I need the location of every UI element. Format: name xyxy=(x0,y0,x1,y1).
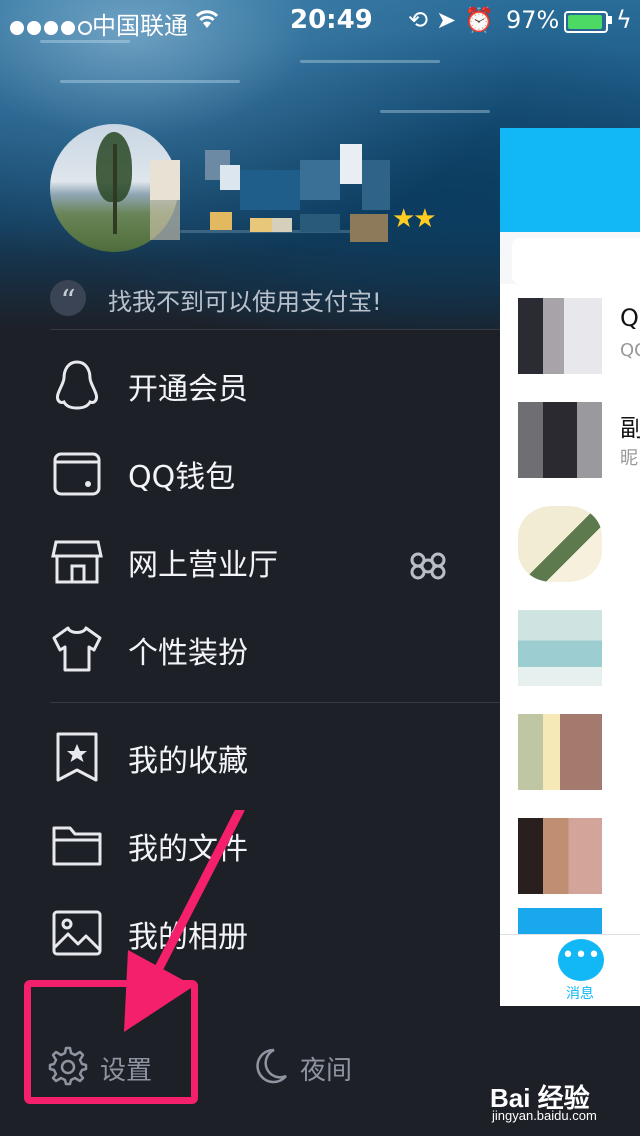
location-icon: ➤ xyxy=(436,6,465,34)
battery-icon xyxy=(564,11,608,33)
message-bubble-icon[interactable]: ••• xyxy=(558,939,604,981)
chat-title: 副 xyxy=(620,414,640,442)
menu-item-themes[interactable]: 个性装扮 xyxy=(0,608,500,688)
chat-row[interactable] xyxy=(500,596,640,701)
menu-label: 我的收藏 xyxy=(128,744,248,779)
chat-avatar xyxy=(518,402,602,478)
alarm-icon: ⏰ xyxy=(464,6,503,34)
status-bar: 中国联通 20:49 ⟲➤⏰ 97% ϟ xyxy=(0,0,640,40)
bookmark-star-icon xyxy=(56,732,98,782)
tab-bar: ••• 消息 xyxy=(500,934,640,1006)
carrier-label: 中国联通 xyxy=(92,12,188,40)
moon-icon xyxy=(256,1048,287,1084)
folder-icon xyxy=(52,826,102,866)
wallet-icon xyxy=(53,452,101,496)
signal-strength-icon xyxy=(10,13,95,41)
night-label: 夜间 xyxy=(300,1056,353,1086)
chat-row[interactable]: QQ QQ xyxy=(500,284,640,389)
chat-avatar xyxy=(518,714,602,790)
chat-title: QQ xyxy=(620,304,640,332)
clock: 20:49 xyxy=(290,5,373,35)
chat-row[interactable] xyxy=(500,700,640,805)
battery-percent: 97% xyxy=(506,6,560,34)
store-icon xyxy=(51,540,103,584)
menu-item-business-hall[interactable]: 网上营业厅 xyxy=(0,520,500,600)
panel-header xyxy=(500,128,640,232)
menu-item-wallet[interactable]: QQ钱包 xyxy=(0,432,500,512)
charging-icon: ϟ xyxy=(616,6,632,34)
search-bar[interactable] xyxy=(512,238,640,284)
chat-row[interactable]: 副 昵 xyxy=(500,388,640,493)
status-icons: ⟲➤⏰ xyxy=(408,6,502,34)
chat-avatar xyxy=(518,506,602,582)
menu-label: 网上营业厅 xyxy=(128,548,278,583)
menu-item-favorites[interactable]: 我的收藏 xyxy=(0,716,500,796)
chat-avatar xyxy=(518,908,602,934)
quote-icon: “ xyxy=(50,280,86,319)
photo-icon xyxy=(52,910,102,956)
night-mode-button[interactable]: 夜间 xyxy=(252,1040,372,1100)
orientation-lock-icon: ⟲ xyxy=(408,6,437,34)
chat-row[interactable] xyxy=(500,492,640,597)
chat-avatar xyxy=(518,298,602,374)
menu-label: QQ钱包 xyxy=(128,460,236,495)
chat-row[interactable] xyxy=(500,804,640,909)
menu-label: 个性装扮 xyxy=(128,636,248,671)
signature-text: 找我不到可以使用支付宝! xyxy=(108,288,382,316)
menu-item-vip[interactable]: 开通会员 xyxy=(0,344,500,424)
chat-subtitle: 昵 xyxy=(620,448,638,469)
chat-subtitle: QQ xyxy=(620,340,640,361)
menu-label: 开通会员 xyxy=(128,372,248,407)
penguin-icon xyxy=(56,360,98,410)
tab-messages-label[interactable]: 消息 xyxy=(566,983,594,1003)
watermark-url: jingyan.baidu.com xyxy=(492,1108,597,1123)
level-stars: ★★ xyxy=(392,204,437,234)
annotation-arrow xyxy=(124,810,245,1032)
divider xyxy=(50,329,500,330)
main-chat-panel[interactable]: QQ QQ 副 昵 ••• 消息 xyxy=(500,128,640,1006)
baidu-jingyan-watermark: Bai 经验 jingyan.baidu.com xyxy=(488,1076,638,1126)
china-unicom-logo-icon xyxy=(410,552,446,580)
chat-row[interactable] xyxy=(500,908,640,934)
wifi-icon xyxy=(194,6,220,36)
tshirt-icon xyxy=(52,626,102,672)
signature[interactable]: “ 找我不到可以使用支付宝! xyxy=(50,280,500,319)
divider xyxy=(50,702,500,703)
chat-avatar xyxy=(518,818,602,894)
chat-avatar xyxy=(518,610,602,686)
